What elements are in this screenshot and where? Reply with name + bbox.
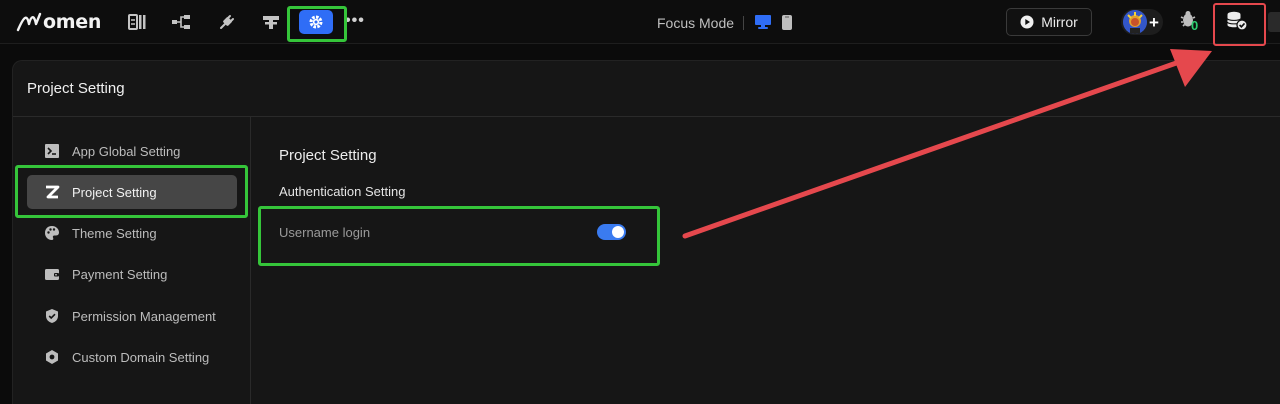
- mirror-button[interactable]: Mirror: [1006, 8, 1092, 36]
- plug-icon[interactable]: [216, 11, 238, 33]
- shield-icon: [43, 307, 61, 325]
- content-title: Project Setting: [279, 147, 377, 164]
- focus-mode-label[interactable]: Focus Mode: [657, 15, 734, 31]
- panel-title: Project Setting: [27, 80, 125, 97]
- edge-button[interactable]: [1268, 12, 1280, 32]
- palette-icon: [43, 224, 61, 242]
- username-login-toggle[interactable]: [597, 224, 626, 240]
- settings-icon: [309, 15, 323, 29]
- sidebar-item-label: Permission Management: [72, 308, 216, 324]
- sidebar-item-permission-management[interactable]: Permission Management: [27, 299, 237, 333]
- sidebar-item-label: Theme Setting: [72, 225, 157, 241]
- sidebar-item-label: Project Setting: [72, 184, 157, 200]
- sidebar-item-theme-setting[interactable]: Theme Setting: [27, 216, 237, 250]
- play-icon: [1020, 15, 1034, 29]
- collaborators-button[interactable]: +: [1121, 9, 1163, 35]
- monitor-icon[interactable]: [754, 14, 772, 35]
- database-highlight-box: [1213, 3, 1266, 46]
- phone-icon[interactable]: [781, 14, 793, 36]
- z-logo-icon: [43, 183, 61, 201]
- sidebar-item-project-setting[interactable]: Project Setting: [27, 175, 237, 209]
- settings-sidebar: App Global Setting Project Setting Theme…: [13, 117, 251, 404]
- plus-icon: +: [1149, 12, 1159, 32]
- sidebar-item-label: Custom Domain Setting: [72, 349, 210, 365]
- divider: [743, 16, 744, 30]
- logo-text: omen: [43, 11, 102, 33]
- sidebar-item-custom-domain-setting[interactable]: Custom Domain Setting: [27, 340, 237, 374]
- bug-count-badge: 0: [1191, 18, 1199, 33]
- more-icon[interactable]: •••: [345, 12, 365, 30]
- authentication-section-title: Authentication Setting: [279, 184, 406, 199]
- gear-domain-icon: [43, 348, 61, 366]
- sidebar-item-label: Payment Setting: [72, 266, 168, 282]
- logo-m-icon: [16, 12, 42, 32]
- avatar: [1123, 10, 1147, 34]
- layout-icon[interactable]: [126, 11, 148, 33]
- sidebar-item-label: App Global Setting: [72, 143, 181, 159]
- sidebar-item-app-global-setting[interactable]: App Global Setting: [27, 134, 237, 168]
- momen-logo[interactable]: omen: [16, 10, 101, 34]
- panel-header: Project Setting: [13, 61, 1280, 117]
- top-toolbar: omen ••• Focus Mode Mirror + 0: [0, 0, 1280, 44]
- toggle-knob: [612, 226, 624, 238]
- settings-button[interactable]: [299, 10, 333, 34]
- tree-icon[interactable]: [170, 11, 192, 33]
- terminal-icon: [43, 142, 61, 160]
- project-setting-panel: Project Setting App Global Setting Proje…: [12, 60, 1280, 404]
- sidebar-item-payment-setting[interactable]: Payment Setting: [27, 257, 237, 291]
- component-icon[interactable]: [260, 11, 282, 33]
- debug-button[interactable]: 0: [1180, 10, 1204, 36]
- mirror-label: Mirror: [1041, 14, 1078, 30]
- username-login-label: Username login: [279, 225, 371, 240]
- wallet-icon: [43, 265, 61, 283]
